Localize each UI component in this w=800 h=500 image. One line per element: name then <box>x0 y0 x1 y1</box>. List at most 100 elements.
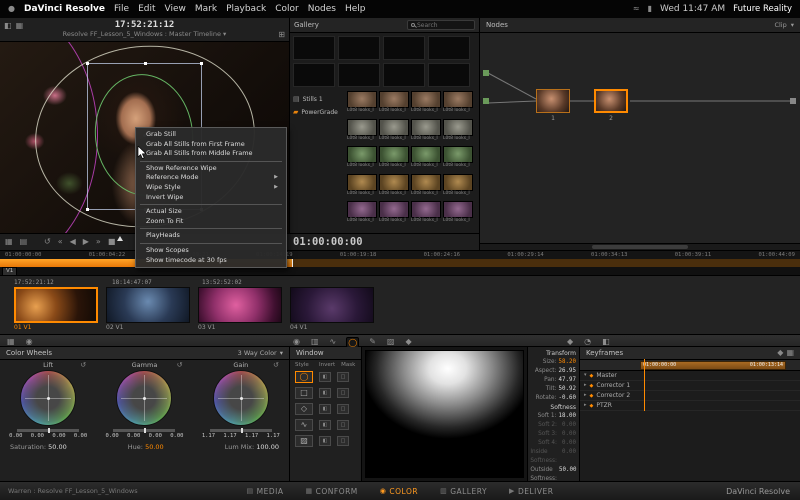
gallery-still[interactable]: L0t8 looks_I <box>411 91 441 117</box>
resize-handle[interactable] <box>85 62 89 65</box>
node-2[interactable] <box>594 89 628 113</box>
mask-toggle[interactable]: □ <box>337 372 349 382</box>
viewer-timeline-title[interactable]: Resolve FF_Lesson_5_Windows : Master Tim… <box>0 30 289 38</box>
transform-aspect[interactable]: Aspect: 26.95 <box>531 367 576 376</box>
invert-toggle[interactable]: ◧ <box>319 436 331 446</box>
gradient-window-button[interactable]: ▨ <box>295 435 313 447</box>
keyframe-lock-icon[interactable]: ◆ <box>777 349 783 357</box>
menu-edit[interactable]: Edit <box>138 4 155 14</box>
menu-item-grab-all-middle[interactable]: Grab All Stills from Middle Frame <box>136 149 286 159</box>
album-powergrade[interactable]: ▰ PowerGrade <box>290 106 345 119</box>
empty-still[interactable] <box>338 36 380 60</box>
keyframe-track-corrector-1[interactable]: ▸ ◆ Corrector 1 <box>580 381 800 391</box>
curve-window-button[interactable]: ∿ <box>295 419 313 431</box>
menu-item-timecode-30fps[interactable]: Show timecode at 30 fps <box>136 256 286 266</box>
empty-still[interactable] <box>293 36 335 60</box>
invert-toggle[interactable]: ◧ <box>319 404 331 414</box>
page-conform[interactable]: ▦ CONFORM <box>306 487 358 496</box>
invert-toggle[interactable]: ◧ <box>319 420 331 430</box>
saturation-field[interactable]: Saturation: 50.00 <box>10 443 67 451</box>
timeline-view-icon[interactable]: ▦ <box>5 238 13 246</box>
timeline-scrubber[interactable] <box>0 259 800 267</box>
menu-item-show-scopes[interactable]: Show Scopes <box>136 246 286 256</box>
node-1[interactable] <box>536 89 570 113</box>
gallery-still[interactable]: L0t8 looks_I <box>443 201 473 227</box>
inside-softness[interactable]: Inside Softness: 0.00 <box>530 448 576 466</box>
reset-icon[interactable]: ↺ <box>80 361 86 369</box>
gallery-still[interactable]: L0t8 looks_I <box>347 173 377 200</box>
gallery-still[interactable]: L0t8 looks_I <box>411 146 441 172</box>
transform-pan[interactable]: Pan: 47.97 <box>531 376 576 385</box>
keyframe-track-corrector-2[interactable]: ▸ ◆ Corrector 2 <box>580 391 800 401</box>
keyframes-toggle-icon[interactable]: ◆ <box>566 337 574 346</box>
square-window-button[interactable]: □ <box>295 387 313 399</box>
gallery-still[interactable]: L0t8 looks_I <box>443 91 473 117</box>
clip-thumbnail-4[interactable]: 04 V1 <box>290 287 374 331</box>
skip-back-icon[interactable]: « <box>58 238 63 246</box>
menu-item-reference-mode[interactable]: Reference Mode ▶ <box>136 173 286 183</box>
gallery-still[interactable]: L0t8 looks_I <box>347 146 377 172</box>
clip-thumbnail-3[interactable]: 03 V1 <box>198 287 282 331</box>
menu-item-grab-all-first[interactable]: Grab All Stills from First Frame <box>136 140 286 150</box>
transform-size[interactable]: Size: 58.20 <box>531 358 576 367</box>
gain-master-slider[interactable] <box>209 428 272 433</box>
menu-item-invert-wipe[interactable]: Invert Wipe <box>136 193 286 203</box>
resize-handle[interactable] <box>200 62 204 65</box>
timeline-ruler[interactable]: 01:00:00:00 01:00:04:22 01:00:09:21 01:0… <box>0 250 800 259</box>
scrubber-playhead[interactable] <box>292 259 293 267</box>
play-icon[interactable]: ▶ <box>83 238 89 246</box>
node-graph-canvas[interactable]: 1 2 <box>480 33 800 243</box>
wipe-mode-icon[interactable]: ◧ <box>4 22 12 30</box>
search-input[interactable] <box>417 21 471 29</box>
menu-color[interactable]: Color <box>275 4 299 14</box>
resize-handle[interactable] <box>85 208 89 212</box>
polygon-window-button[interactable]: ◇ <box>295 403 313 415</box>
grid-view-icon[interactable]: ▦ <box>16 22 24 30</box>
clip-thumbnail-2[interactable]: 02 V1 <box>106 287 190 331</box>
battery-icon[interactable]: ▮ <box>648 5 652 13</box>
nodes-mode-label[interactable]: Clip <box>774 21 786 29</box>
keyframe-playhead[interactable] <box>644 359 645 411</box>
info-icon[interactable]: ◧ <box>601 337 611 346</box>
mask-toggle[interactable]: □ <box>337 404 349 414</box>
gallery-still[interactable]: L0t8 looks_I <box>411 173 441 200</box>
nodes-scrollbar[interactable] <box>480 243 800 250</box>
gallery-still[interactable]: L0t8 looks_I <box>411 201 441 227</box>
empty-still[interactable] <box>293 63 335 87</box>
gallery-toggle-icon[interactable]: ▦ <box>6 337 16 346</box>
reset-icon[interactable]: ↺ <box>177 361 183 369</box>
gallery-still[interactable]: L0t8 looks_I <box>379 118 409 145</box>
playhead-marker[interactable] <box>117 236 123 241</box>
empty-still[interactable] <box>383 63 425 87</box>
lum-mix-field[interactable]: Lum Mix: 100.00 <box>225 443 279 451</box>
gallery-still[interactable]: L0t8 looks_I <box>379 91 409 117</box>
menu-mark[interactable]: Mark <box>195 4 217 14</box>
menu-item-grab-still[interactable]: Grab Still <box>136 130 286 140</box>
mask-toggle[interactable]: □ <box>337 388 349 398</box>
menu-item-actual-size[interactable]: Actual Size <box>136 207 286 217</box>
menu-view[interactable]: View <box>165 4 186 14</box>
page-color[interactable]: ◉ COLOR <box>380 487 418 496</box>
empty-still[interactable] <box>338 63 380 87</box>
gallery-still[interactable]: L0t8 looks_I <box>379 146 409 172</box>
transform-tilt[interactable]: Tilt: 50.92 <box>531 385 576 394</box>
page-deliver[interactable]: ▶ DELIVER <box>509 487 553 496</box>
clip-view-icon[interactable]: ▤ <box>20 238 28 246</box>
menu-help[interactable]: Help <box>345 4 366 14</box>
page-media[interactable]: ▤ MEDIA <box>247 487 284 496</box>
app-menu[interactable]: DaVinci Resolve <box>24 4 105 14</box>
lift-wheel[interactable] <box>20 370 77 426</box>
keyframe-ruler[interactable]: 01:00:00:00 01:00:13:14 <box>580 360 800 371</box>
soft-1[interactable]: Soft 1: 18.00 <box>531 412 576 421</box>
mask-toggle[interactable]: □ <box>337 436 349 446</box>
invert-toggle[interactable]: ◧ <box>319 372 331 382</box>
gamma-wheel[interactable] <box>116 370 173 426</box>
gain-wheel[interactable] <box>212 370 269 426</box>
wheel-mode-dropdown[interactable]: 3 Way Color ▾ <box>238 349 283 357</box>
page-gallery[interactable]: ▥ GALLERY <box>440 487 487 496</box>
menu-item-wipe-style[interactable]: Wipe Style ▶ <box>136 183 286 193</box>
gallery-still[interactable]: L0t8 looks_I <box>347 91 377 117</box>
camera-icon[interactable]: ◉ <box>25 337 34 346</box>
skip-forward-icon[interactable]: » <box>96 238 101 246</box>
lift-master-slider[interactable] <box>17 428 80 433</box>
